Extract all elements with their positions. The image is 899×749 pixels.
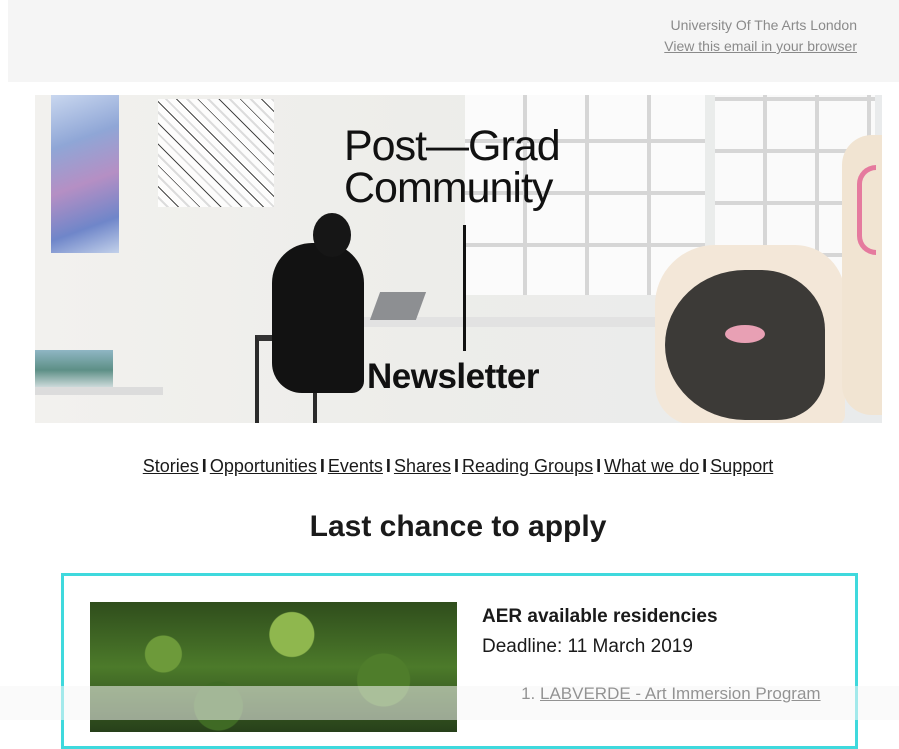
nav-events[interactable]: Events (328, 456, 383, 476)
nav-stories[interactable]: Stories (143, 456, 199, 476)
person-figure (272, 243, 364, 393)
jungle-image (90, 602, 457, 732)
org-name: University Of The Arts London (670, 17, 858, 33)
hero-title: Post—Grad Community (344, 122, 561, 212)
nav-separator: I (385, 456, 391, 476)
newsletter-nav: Stories I Opportunities I Events I Shares I Read… (0, 456, 899, 477)
section-title: Last chance to apply (309, 510, 607, 543)
hero-title-line2: Community (344, 164, 553, 212)
nav-shares[interactable]: Shares (394, 456, 451, 476)
side-table (35, 387, 163, 395)
residency-list: LABVERDE - Art Immersion Program (512, 684, 821, 704)
residency-link[interactable]: LABVERDE - Art Immersion Program (540, 684, 821, 703)
wall-drawing (158, 99, 274, 207)
nav-separator: I (319, 456, 325, 476)
laptop (369, 292, 427, 320)
email-top-bar: University Of The Arts London View this … (8, 0, 899, 82)
nav-separator: I (453, 456, 459, 476)
list-item: LABVERDE - Art Immersion Program (540, 684, 821, 704)
card-heading: AER available residencies (482, 606, 718, 627)
artwork-cutout-hair (665, 270, 825, 420)
artwork-cutout-detail (725, 325, 765, 343)
artwork-cutout-right-detail (857, 165, 876, 255)
residency-card: AER available residencies Deadline: 11 M… (61, 573, 858, 749)
small-painting (35, 350, 113, 390)
nav-separator: I (702, 456, 708, 476)
nav-opportunities[interactable]: Opportunities (210, 456, 317, 476)
view-in-browser-link[interactable]: View this email in your browser (664, 38, 857, 54)
nav-what-we-do[interactable]: What we do (604, 456, 699, 476)
nav-support[interactable]: Support (710, 456, 773, 476)
nav-separator: I (596, 456, 602, 476)
nav-separator: I (201, 456, 207, 476)
person-head (313, 213, 351, 257)
hero-divider-line (463, 225, 466, 351)
hero-banner: Post—Grad Community Newsletter (35, 95, 882, 423)
hero-subtitle: Newsletter (367, 357, 540, 396)
wall-painting (51, 95, 119, 253)
hero-title-line1: Post—Grad (344, 122, 561, 170)
nav-reading-groups[interactable]: Reading Groups (462, 456, 593, 476)
card-deadline: Deadline: 11 March 2019 (482, 636, 693, 657)
